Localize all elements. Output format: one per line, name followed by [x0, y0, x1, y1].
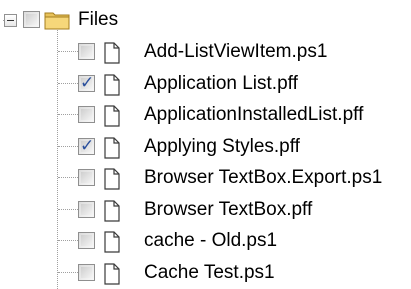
item-checkbox[interactable]: [78, 263, 95, 281]
tree-item-label[interactable]: Applying Styles.pff: [144, 136, 300, 158]
item-checkbox[interactable]: ✓: [78, 72, 95, 93]
tree-connector: [57, 30, 58, 289]
file-icon: [104, 136, 120, 159]
tree-item-label[interactable]: cache - Old.ps1: [144, 230, 277, 252]
tree-connector: [58, 208, 78, 210]
file-icon: [104, 231, 120, 253]
file-icon: [104, 105, 120, 127]
item-checkbox[interactable]: [78, 169, 95, 186]
tree-connector: [58, 271, 78, 273]
tree-item-label[interactable]: ApplicationInstalledList.pff: [144, 104, 363, 126]
tree-connector: [58, 145, 78, 147]
tree-item-label[interactable]: Cache Test.ps1: [144, 262, 275, 284]
tree-item-label[interactable]: Add-ListViewItem.ps1: [144, 41, 327, 63]
item-checkbox[interactable]: [78, 200, 95, 218]
tree-connector: [58, 240, 78, 241]
file-tree: Files Add-ListViewItem.ps1 ✓ Application L…: [0, 0, 411, 289]
file-icon: [104, 168, 120, 190]
file-icon: [104, 199, 120, 222]
item-checkbox[interactable]: [78, 43, 95, 60]
tree-connector: [58, 114, 78, 115]
file-icon: [104, 42, 120, 64]
tree-connector: [58, 177, 78, 178]
checkmark-icon: ✓: [80, 72, 95, 93]
root-checkbox[interactable]: [23, 11, 40, 28]
checkmark-icon: ✓: [80, 135, 95, 156]
item-checkbox[interactable]: [78, 232, 95, 249]
tree-connector: [58, 82, 78, 84]
tree-connector: [58, 51, 78, 52]
tree-item-label[interactable]: Application List.pff: [144, 73, 298, 95]
file-icon: [104, 262, 120, 285]
tree-item-label[interactable]: Browser TextBox.Export.ps1: [144, 167, 382, 189]
folder-icon: [44, 12, 70, 30]
tree-item-label[interactable]: Browser TextBox.pff: [144, 199, 312, 221]
tree-root-label[interactable]: Files: [78, 9, 118, 31]
item-checkbox[interactable]: ✓: [78, 135, 95, 156]
item-checkbox[interactable]: [78, 106, 95, 123]
collapse-toggle-icon[interactable]: [4, 14, 17, 27]
file-icon: [104, 73, 120, 96]
